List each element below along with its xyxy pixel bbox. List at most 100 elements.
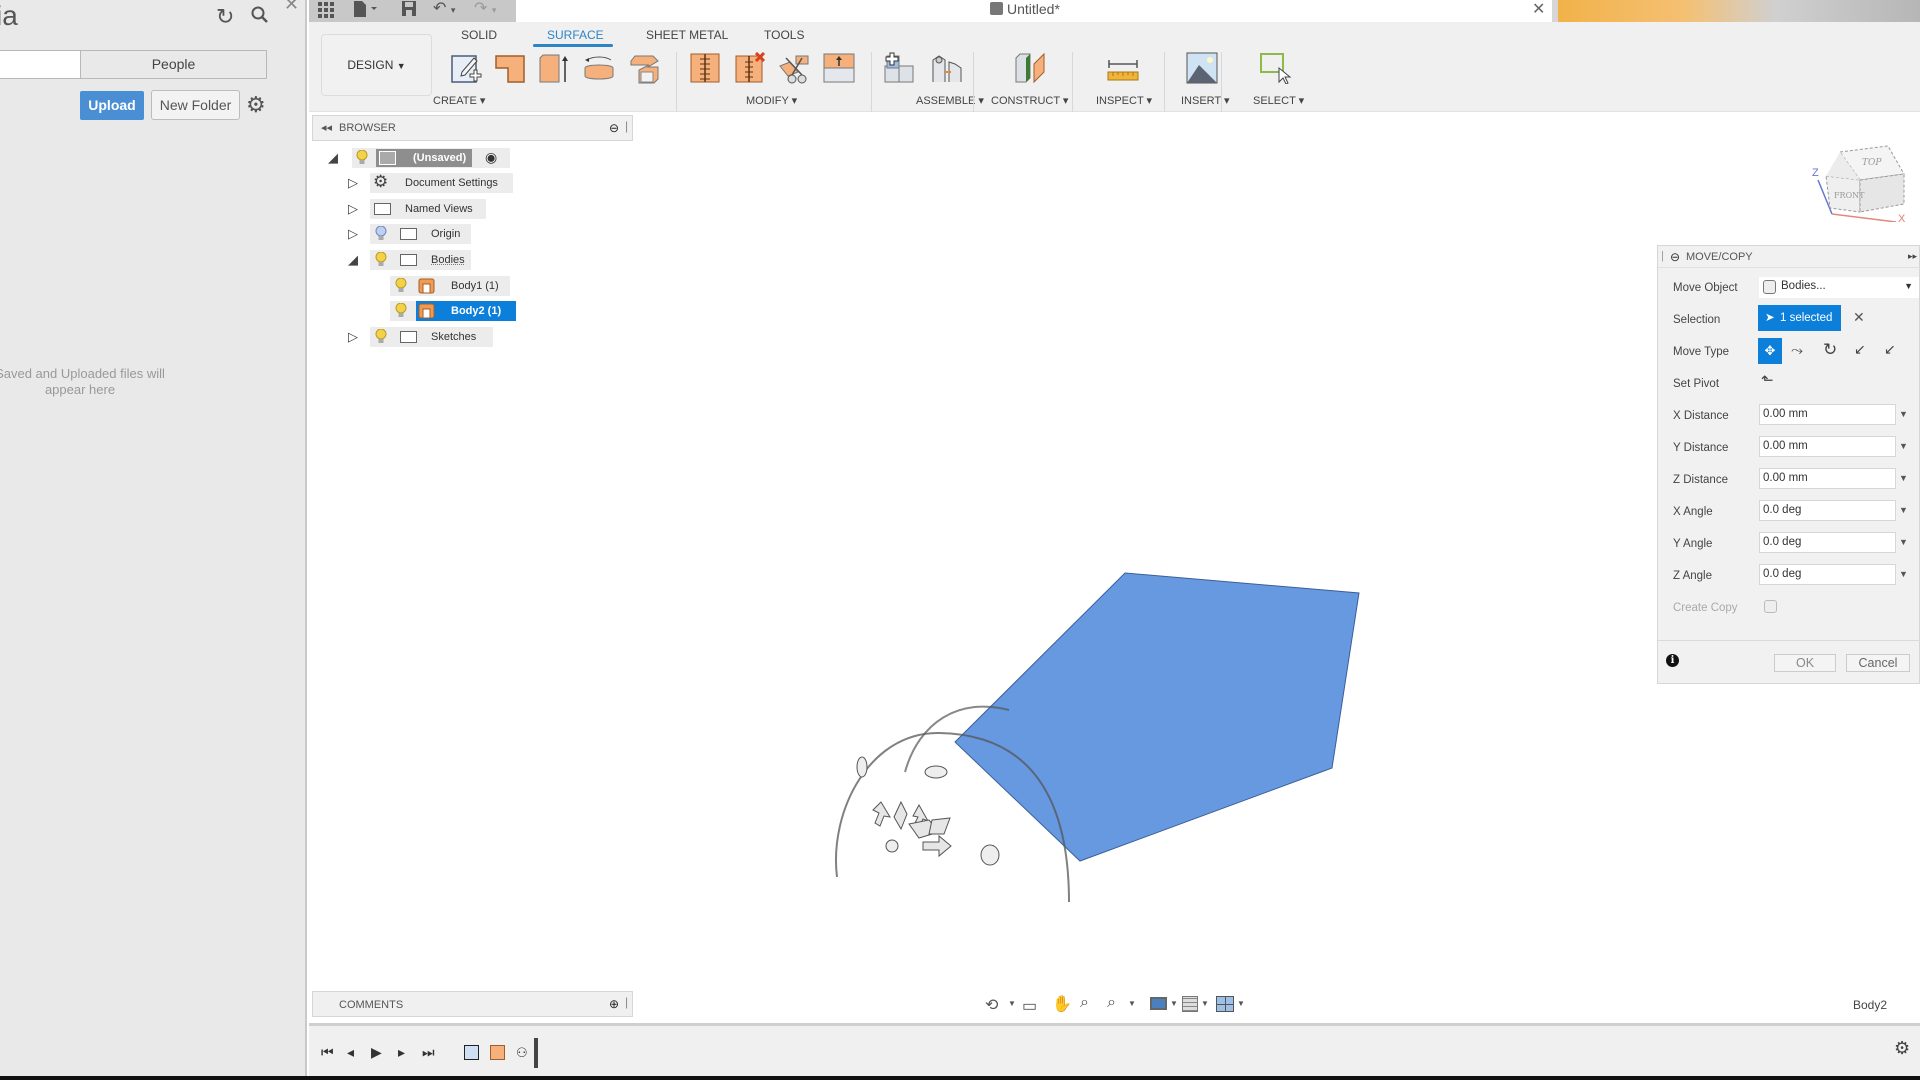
browser-panel-header[interactable]: ◂◂ BROWSER ⊖ | bbox=[312, 115, 633, 141]
timeline-marker[interactable] bbox=[534, 1038, 538, 1068]
go-to-start-icon[interactable]: ⏮ bbox=[321, 1044, 334, 1061]
select-icon[interactable] bbox=[1260, 52, 1292, 85]
tree-item-origin[interactable]: ▷ Origin bbox=[348, 224, 488, 244]
add-comment-icon[interactable]: ⊕ bbox=[609, 997, 619, 1011]
tab-solid[interactable]: SOLID bbox=[461, 28, 497, 42]
display-settings-icon[interactable] bbox=[1150, 997, 1167, 1010]
expand-arrow-icon[interactable]: ▷ bbox=[348, 226, 358, 242]
set-pivot-icon[interactable]: ⬑ bbox=[1761, 371, 1774, 389]
visibility-bulb-icon[interactable] bbox=[395, 303, 407, 318]
expand-arrow-icon[interactable]: ▷ bbox=[348, 175, 358, 191]
workspace-switcher[interactable]: DESIGN ▼ bbox=[321, 34, 432, 96]
minimize-icon[interactable]: ⊖ bbox=[609, 121, 619, 135]
chevron-down-icon[interactable]: ▼ bbox=[1170, 999, 1178, 1008]
visibility-bulb-icon[interactable] bbox=[375, 252, 387, 267]
measure-icon[interactable] bbox=[1107, 52, 1139, 84]
insert-menu[interactable]: INSERT ▾ bbox=[1181, 94, 1230, 107]
ok-button[interactable]: OK bbox=[1774, 654, 1836, 672]
grid-menu-icon[interactable] bbox=[318, 0, 334, 20]
y-distance-input[interactable]: 0.00 mm bbox=[1759, 436, 1896, 457]
go-to-end-icon[interactable]: ⏭ bbox=[422, 1044, 435, 1061]
create-menu[interactable]: CREATE ▾ bbox=[433, 94, 485, 107]
pin-icon[interactable]: | bbox=[625, 995, 628, 1009]
minimize-icon[interactable]: ⊖ bbox=[1670, 250, 1680, 264]
tree-item-body1[interactable]: Body1 (1) bbox=[390, 276, 530, 296]
expand-arrow-icon[interactable]: ▷ bbox=[348, 329, 358, 345]
search-icon[interactable] bbox=[250, 4, 270, 26]
revolve-icon[interactable] bbox=[583, 52, 615, 84]
clear-selection-icon[interactable]: ✕ bbox=[1853, 309, 1865, 326]
move-type-translate[interactable]: ⤳ bbox=[1791, 342, 1803, 359]
create-copy-checkbox[interactable] bbox=[1764, 600, 1777, 613]
comments-panel-header[interactable]: COMMENTS ⊕ | bbox=[312, 991, 633, 1017]
tree-item-root[interactable]: ◢ (Unsaved) ◉ bbox=[328, 148, 528, 168]
refresh-icon[interactable]: ↻ bbox=[216, 4, 234, 30]
joint-icon[interactable] bbox=[931, 52, 963, 84]
offset-plane-icon[interactable] bbox=[1014, 52, 1046, 84]
visibility-bulb-icon[interactable] bbox=[395, 278, 407, 293]
extrude-icon[interactable] bbox=[538, 52, 570, 84]
redo-icon[interactable]: ↷ ▾ bbox=[474, 0, 496, 20]
timeline-move-icon[interactable]: ⚇ bbox=[516, 1045, 528, 1061]
z-distance-input[interactable]: 0.00 mm bbox=[1759, 468, 1896, 489]
x-distance-input[interactable]: 0.00 mm bbox=[1759, 404, 1896, 425]
trim-icon[interactable] bbox=[778, 52, 810, 84]
x-angle-input[interactable]: 0.0 deg bbox=[1759, 500, 1896, 521]
chevron-down-icon[interactable]: ▼ bbox=[1899, 473, 1908, 483]
insert-image-icon[interactable] bbox=[1186, 52, 1218, 84]
gear-icon[interactable]: ⚙ bbox=[246, 92, 266, 118]
extend-icon[interactable] bbox=[823, 52, 855, 84]
patch-icon[interactable] bbox=[494, 52, 526, 84]
tree-item-body2[interactable]: Body2 (1) bbox=[390, 301, 530, 321]
close-document-icon[interactable]: ✕ bbox=[1532, 0, 1545, 19]
viewcube[interactable]: TOP FRONT Z X bbox=[1800, 132, 1910, 225]
chevron-down-icon[interactable]: ▼ bbox=[1899, 537, 1908, 547]
chevron-down-icon[interactable]: ▼ bbox=[1201, 999, 1209, 1008]
file-icon[interactable] bbox=[353, 0, 381, 20]
tab-surface[interactable]: SURFACE bbox=[547, 28, 604, 42]
tab-project[interactable] bbox=[0, 50, 81, 79]
activate-radio-icon[interactable]: ◉ bbox=[485, 149, 497, 166]
expand-dialog-icon[interactable]: ▸▸ bbox=[1908, 251, 1917, 262]
cancel-button[interactable]: Cancel bbox=[1846, 654, 1910, 672]
chevron-down-icon[interactable]: ▼ bbox=[1008, 999, 1016, 1008]
move-type-point-to-point[interactable]: ↙ bbox=[1854, 341, 1866, 358]
chevron-down-icon[interactable]: ▼ bbox=[1899, 409, 1908, 419]
close-icon[interactable]: ✕ bbox=[284, 0, 299, 15]
tab-sheet-metal[interactable]: SHEET METAL bbox=[646, 28, 728, 42]
save-icon[interactable] bbox=[402, 0, 416, 20]
info-icon[interactable]: i bbox=[1666, 654, 1679, 667]
tab-tools[interactable]: TOOLS bbox=[764, 28, 804, 42]
unstitch-icon[interactable] bbox=[734, 51, 766, 84]
viewports-icon[interactable] bbox=[1216, 996, 1234, 1012]
collapse-arrow-icon[interactable]: ◢ bbox=[348, 252, 358, 268]
collapse-icon[interactable]: ◂◂ bbox=[321, 121, 332, 134]
step-back-icon[interactable]: ◂ bbox=[347, 1044, 354, 1061]
drag-handle[interactable]: | bbox=[1661, 250, 1664, 262]
dialog-header[interactable]: | ⊖ MOVE/COPY ▸▸ bbox=[1658, 246, 1920, 268]
y-angle-input[interactable]: 0.0 deg bbox=[1759, 532, 1896, 553]
orbit-icon[interactable]: ⟲ bbox=[985, 995, 998, 1015]
move-object-dropdown[interactable]: Bodies... ▼ bbox=[1759, 277, 1919, 298]
new-component-icon[interactable] bbox=[883, 52, 915, 84]
stitch-icon[interactable] bbox=[689, 52, 721, 84]
step-forward-icon[interactable]: ▸ bbox=[398, 1044, 405, 1061]
gear-icon[interactable]: ⚙ bbox=[1894, 1038, 1910, 1059]
collapse-arrow-icon[interactable]: ◢ bbox=[328, 150, 338, 166]
tab-people[interactable]: People bbox=[80, 50, 267, 79]
modify-menu[interactable]: MODIFY ▾ bbox=[746, 94, 797, 107]
visibility-bulb-icon[interactable] bbox=[375, 226, 387, 241]
tree-item-named-views[interactable]: ▷ Named Views bbox=[348, 199, 508, 219]
tree-item-document-settings[interactable]: ▷ ⚙ Document Settings bbox=[348, 172, 538, 193]
pan-icon[interactable]: ✋ bbox=[1052, 994, 1072, 1014]
move-type-rotate[interactable]: ↻ bbox=[1823, 340, 1837, 360]
move-type-free-move[interactable]: ✥ bbox=[1758, 338, 1782, 364]
chevron-down-icon[interactable]: ▼ bbox=[1899, 569, 1908, 579]
inspect-menu[interactable]: INSPECT ▾ bbox=[1096, 94, 1152, 107]
select-menu[interactable]: SELECT ▾ bbox=[1253, 94, 1304, 107]
tree-item-sketches[interactable]: ▷ Sketches bbox=[348, 327, 508, 347]
new-folder-button[interactable]: New Folder bbox=[151, 90, 240, 120]
play-icon[interactable]: ▶ bbox=[371, 1044, 382, 1061]
grid-settings-icon[interactable] bbox=[1182, 996, 1198, 1012]
selection-button[interactable]: ➤ 1 selected bbox=[1758, 305, 1841, 331]
